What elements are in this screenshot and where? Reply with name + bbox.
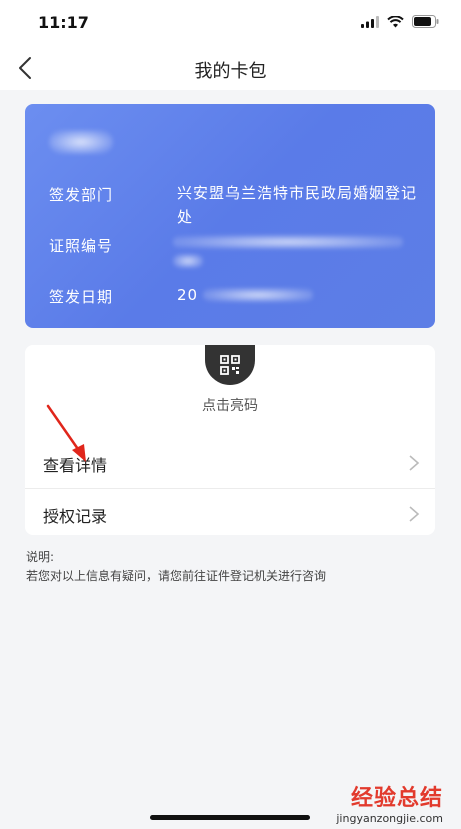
nav-bar: 我的卡包: [0, 46, 461, 90]
page-title: 我的卡包: [194, 61, 267, 82]
card-value-issuing-dept: 兴安盟乌兰浩特市民政局婚姻登记处: [177, 184, 418, 226]
card-label-issue-date: 签发日期: [49, 288, 114, 306]
status-icons: [361, 15, 439, 28]
watermark-cn: 经验总结: [350, 786, 443, 811]
status-bar: 11:17: [0, 0, 461, 46]
authorization-records-row[interactable]: 授权记录: [25, 488, 435, 540]
signal-icon: [361, 15, 379, 28]
battery-icon: [412, 15, 439, 28]
card-label-license-number: 证照编号: [49, 237, 114, 255]
card-holder-name-redacted: [49, 130, 113, 154]
watermark-en: jingyanzongjie.com: [336, 812, 443, 825]
status-time: 11:17: [38, 13, 89, 32]
home-indicator[interactable]: [150, 815, 310, 820]
info-note: 说明: 若您对以上信息有疑问，请您前往证件登记机关进行咨询: [26, 548, 326, 586]
card-value-license-number-redacted-2: [173, 254, 203, 268]
show-code-button[interactable]: [205, 345, 255, 385]
note-title: 说明:: [26, 550, 55, 564]
wifi-icon: [387, 15, 404, 27]
note-text: 若您对以上信息有疑问，请您前往证件登记机关进行咨询: [26, 569, 327, 583]
card-value-issue-date-redacted: [203, 288, 313, 302]
card-label-issuing-dept: 签发部门: [49, 186, 114, 204]
chevron-right-icon: [409, 455, 420, 471]
card-value-license-number-redacted: [173, 235, 403, 249]
certificate-card[interactable]: 签发部门 兴安盟乌兰浩特市民政局婚姻登记处 证照编号 签发日期 20: [25, 104, 435, 328]
chevron-right-icon: [409, 506, 420, 522]
qr-code-icon: [220, 355, 240, 375]
card-value-issue-date: 20: [177, 286, 199, 304]
authorization-records-label: 授权记录: [43, 507, 108, 526]
site-watermark: 经验总结 jingyanzongjie.com: [336, 780, 443, 825]
red-arrow-annotation: [46, 404, 86, 462]
